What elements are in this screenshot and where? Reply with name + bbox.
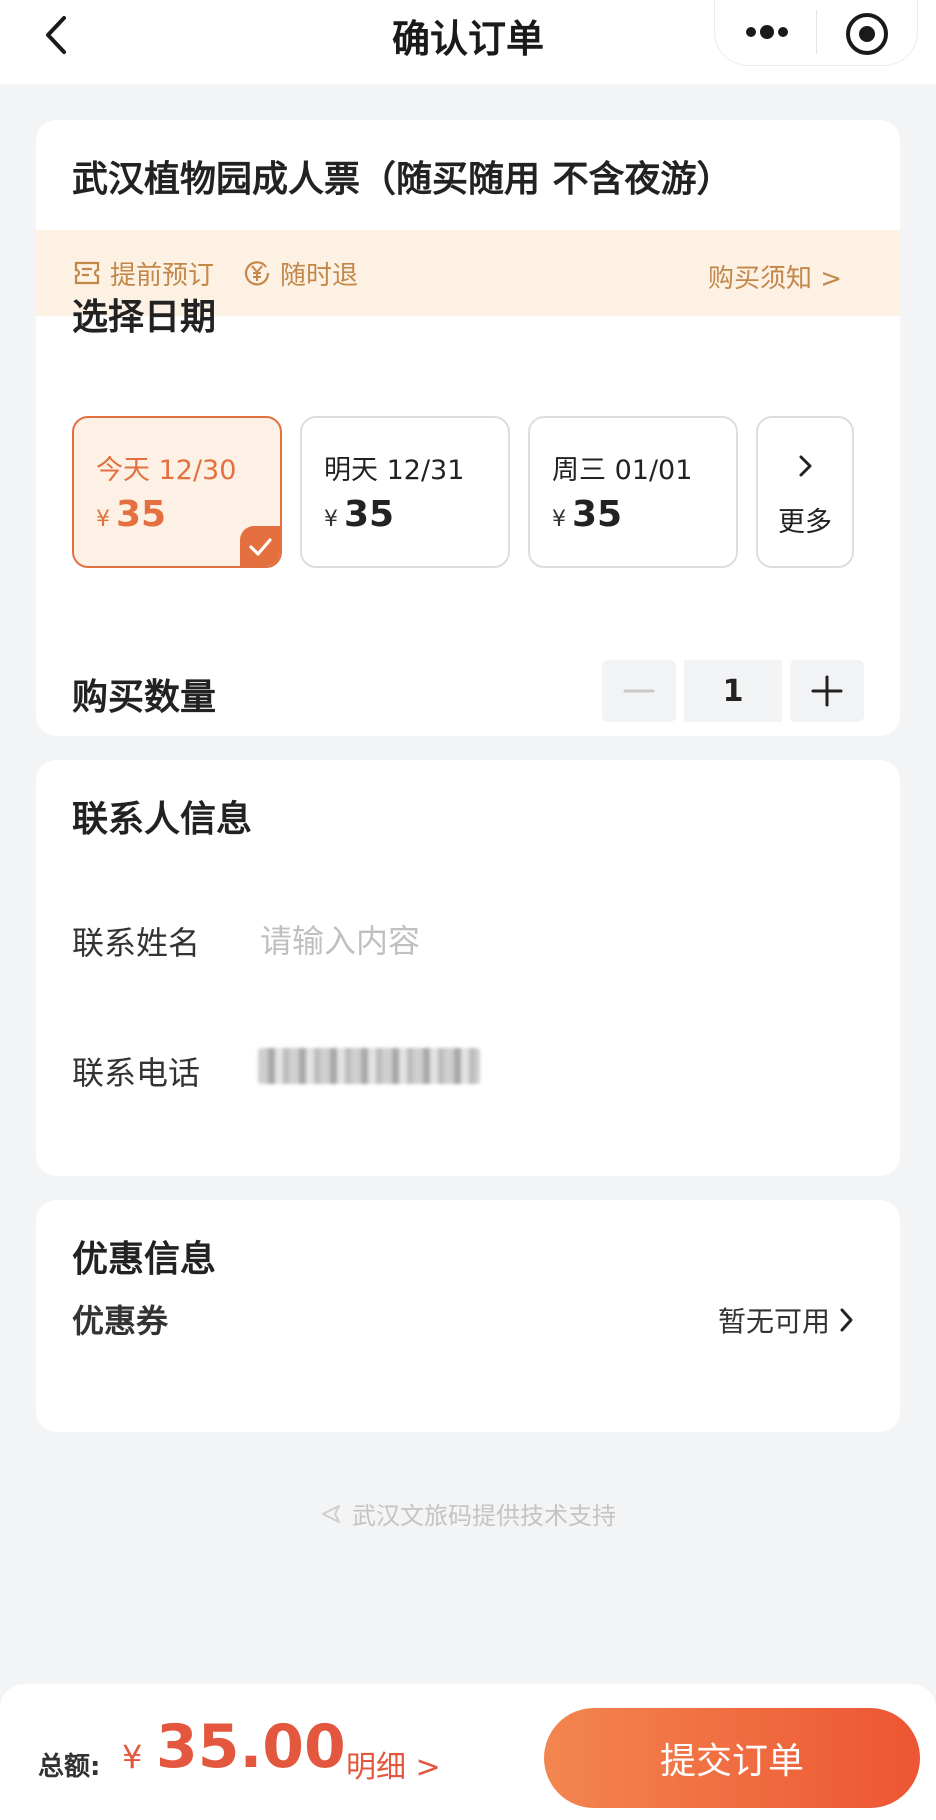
date-option-price: ¥ 35 [324,494,394,535]
checkout-bar: 总额: ¥ 35.00 明细 > 提交订单 [0,1684,936,1820]
chevron-right-icon [799,455,812,477]
decrement-button[interactable] [602,660,676,722]
tag-label: 随时退 [280,260,359,291]
price-value: 35 [572,494,623,535]
total-currency: ¥ [122,1738,143,1776]
date-option-price: ¥ 35 [96,494,166,535]
contact-name-label: 联系姓名 [72,924,201,962]
plus-icon [811,675,843,707]
date-option-today[interactable]: 今天 12/30 ¥ 35 [72,416,282,568]
capsule-divider [816,10,817,54]
total-amount: 35.00 [156,1712,346,1782]
price-value: 35 [344,494,395,535]
date-section-title: 选择日期 [72,297,217,338]
date-option-wednesday[interactable]: 周三 01/01 ¥ 35 [528,416,738,568]
quantity-stepper: 1 [602,660,864,722]
minus-icon [623,689,655,693]
discount-card: 优惠信息 优惠券 暂无可用 [36,1200,900,1432]
yen-refund-icon [244,261,270,286]
currency-symbol: ¥ [552,507,566,532]
contact-title: 联系人信息 [72,799,253,840]
ticket-card: 武汉植物园成人票（随买随用 不含夜游） 提前预订 随时退 购买须知 > 选择日期… [36,120,900,736]
ticket-icon [74,261,100,285]
nav-bar: 确认订单 [0,0,936,84]
quantity-title: 购买数量 [72,677,217,718]
quantity-value[interactable]: 1 [684,660,782,722]
price-value: 35 [116,494,167,535]
date-option-label: 今天 12/30 [96,455,237,486]
ticket-title: 武汉植物园成人票（随买随用 不含夜游） [72,159,733,200]
more-dates-label: 更多 [778,507,832,538]
tag-advance-booking: 提前预订 [72,254,214,292]
contact-card: 联系人信息 联系姓名 联系电话 [36,760,900,1176]
date-option-label: 明天 12/31 [324,455,465,486]
price-detail-link[interactable]: 明细 > [346,1742,441,1786]
selected-badge [240,526,280,566]
coupon-selector[interactable]: 暂无可用 [718,1300,856,1340]
tech-support-note: 武汉文旅码提供技术支持 [0,1496,936,1531]
date-option-label: 周三 01/01 [552,455,693,486]
discount-title: 优惠信息 [72,1239,217,1280]
currency-symbol: ¥ [324,507,338,532]
more-dates-button[interactable]: 更多 [756,416,854,568]
contact-phone-label: 联系电话 [72,1054,201,1092]
contact-name-input[interactable] [260,916,860,966]
date-option-price: ¥ 35 [552,494,622,535]
total-label: 总额: [38,1752,101,1782]
tag-anytime-refund: 随时退 [242,254,358,292]
tag-label: 提前预订 [110,260,215,291]
currency-symbol: ¥ [96,507,110,532]
mini-program-capsule [714,0,918,66]
send-arrow-icon [322,1504,340,1523]
more-dots-icon[interactable] [741,12,801,52]
chevron-right-icon [840,1308,853,1332]
date-option-tomorrow[interactable]: 明天 12/31 ¥ 35 [300,416,510,568]
purchase-notice-link[interactable]: 购买须知 > [708,258,842,295]
check-icon [249,538,272,556]
target-icon[interactable] [841,8,893,60]
tech-support-text: 武汉文旅码提供技术支持 [352,1502,616,1530]
coupon-value: 暂无可用 [717,1305,830,1338]
submit-order-button[interactable]: 提交订单 [544,1708,920,1808]
contact-phone-input[interactable] [258,1048,480,1084]
increment-button[interactable] [790,660,864,722]
coupon-label: 优惠券 [72,1302,169,1340]
